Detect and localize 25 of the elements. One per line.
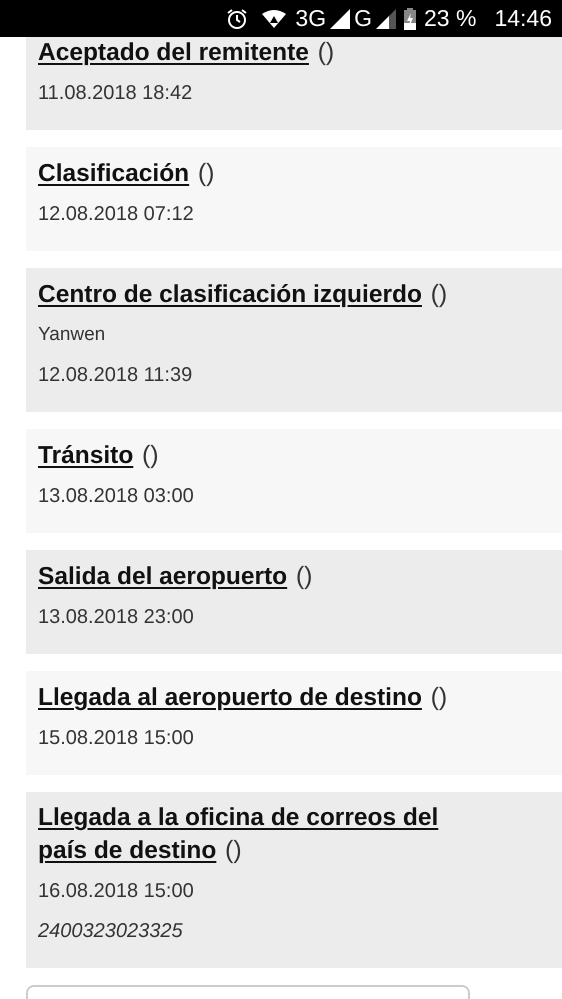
event-location: Yanwen [38,323,106,347]
battery-level: 23 % [424,5,476,32]
event-heading[interactable]: Llegada al aeropuerto de destino () [38,681,478,714]
event-date: 12.08.2018 11:39 [38,363,194,388]
alarm-clock-icon [225,6,250,30]
event-heading[interactable]: Llegada a la oficina de correos del país de destino () [38,802,478,867]
event-date: 11.08.2018 18:42 [38,81,194,106]
event-heading[interactable]: Salida del aeropuerto () [38,560,478,593]
tracking-number: 2400323023325 [38,919,184,944]
event-date: 12.08.2018 07:12 [38,202,195,227]
event-heading[interactable]: Aceptado del remitente () [38,36,478,69]
event-heading[interactable]: Clasificación () [38,157,478,190]
event-heading[interactable]: Centro de clasificación izquierdo () [38,278,478,311]
signal-icon [330,8,350,28]
signal-icon [376,8,396,28]
event-date: 13.08.2018 03:00 [38,484,195,509]
event-date: 16.08.2018 15:00 [38,879,195,904]
clock-time: 14:46 [494,5,552,32]
event-date: 15.08.2018 15:00 [38,726,195,751]
battery-charging-icon [404,8,416,30]
event-date: 13.08.2018 23:00 [38,605,195,630]
network-label: G [354,5,372,32]
event-heading[interactable]: Tránsito () [38,439,478,472]
wifi-icon [261,8,288,28]
network-label: 3G [295,5,326,32]
